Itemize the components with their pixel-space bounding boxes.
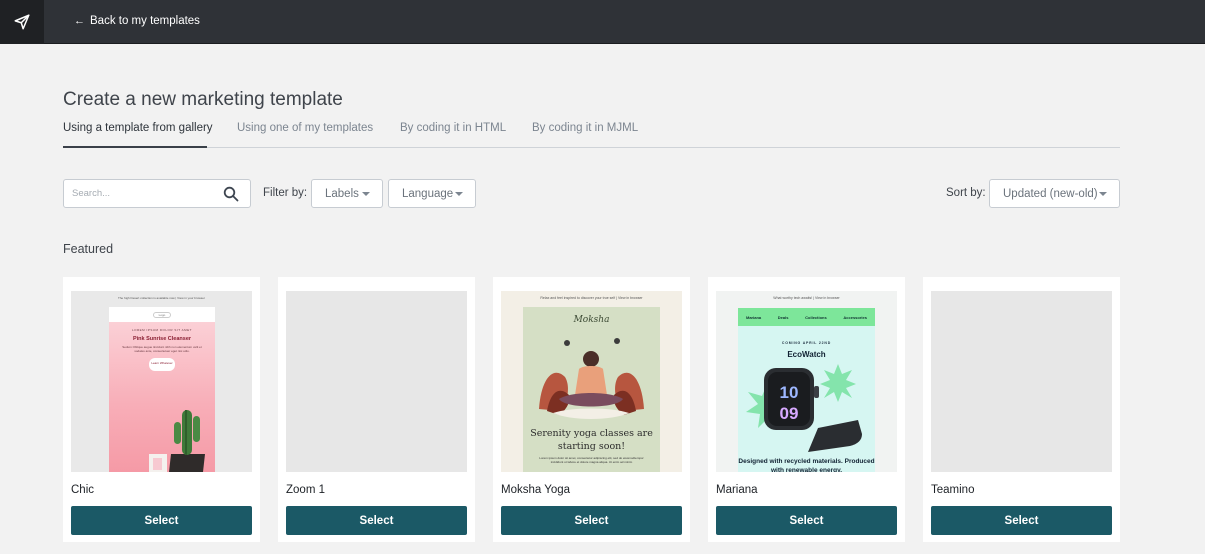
preview-button: Learn Whatever [149, 358, 175, 371]
template-name: Mariana [716, 484, 758, 496]
language-dropdown-label: Language [402, 187, 454, 200]
preview-tag: LOREM IPSUM DOLOR SIT AMET [132, 328, 192, 332]
select-template-button[interactable]: Select [286, 506, 467, 535]
template-thumbnail[interactable]: Relax and feel inspired to discover your… [501, 291, 682, 472]
page-title: Create a new marketing template [63, 89, 343, 110]
template-name: Zoom 1 [286, 484, 325, 496]
creation-method-tabs: Using a template from gallery Using one … [63, 122, 1120, 148]
back-link-label: Back to my templates [90, 15, 200, 27]
tab-code-html[interactable]: By coding it in HTML [400, 122, 506, 148]
template-thumbnail[interactable] [286, 291, 467, 472]
select-template-button[interactable]: Select [71, 506, 252, 535]
caret-down-icon [455, 192, 463, 196]
template-thumbnail[interactable]: The high Desert collection is available … [71, 291, 252, 472]
preview-email-body: Logo LOREM IPSUM DOLOR SIT AMET Pink Sun… [109, 307, 215, 472]
preview-email-body: COMING APRIL 22ND EcoWatch 10 09 Designe… [738, 326, 875, 472]
labels-dropdown-label: Labels [325, 187, 359, 200]
sort-by-label: Sort by: [946, 187, 986, 199]
select-template-button[interactable]: Select [716, 506, 897, 535]
sort-dropdown[interactable]: Updated (new-old) [989, 179, 1120, 208]
preview-coming: COMING APRIL 22ND [781, 341, 832, 345]
preview-body: Lorem ipsum dolor sit amet, consectetur … [539, 456, 644, 464]
preview-headline: Serenity yoga classes are starting soon! [530, 428, 653, 452]
template-card-chic: The high Desert collection is available … [63, 277, 260, 542]
top-bar: ← Back to my templates [0, 0, 1205, 44]
preview-body: Sedum Oblique augue tincidunt nibh non e… [122, 345, 202, 353]
preview-email-body: Moksha Serenity yoga classes are startin… [523, 307, 660, 472]
template-name: Chic [71, 484, 95, 496]
search-input[interactable] [64, 180, 214, 207]
preview-preheader: The high Desert collection is available … [118, 296, 205, 300]
preview-nav-item: Collections [805, 314, 827, 320]
featured-heading: Featured [63, 242, 114, 256]
template-card-teamino: Teamino Select [923, 277, 1120, 542]
back-to-templates-link[interactable]: ← Back to my templates [74, 15, 200, 27]
sort-dropdown-value: Updated (new-old) [1003, 187, 1098, 200]
preview-preheader: What worthy tech awaits! | View in brows… [773, 296, 840, 300]
template-card-zoom-1: Zoom 1 Select [278, 277, 475, 542]
tab-my-templates[interactable]: Using one of my templates [237, 122, 373, 148]
preview-title: Pink Sunrise Cleanser [132, 336, 192, 342]
arrow-left-icon: ← [74, 15, 85, 27]
select-template-button[interactable]: Select [501, 506, 682, 535]
paper-plane-icon [14, 14, 30, 30]
preview-logo: Moksha [573, 315, 610, 325]
search-icon[interactable] [223, 186, 239, 202]
preview-tagline: Designed with recycled materials. Produc… [738, 458, 875, 472]
search-box [63, 179, 251, 208]
preview-nav-item: Deals [777, 314, 789, 320]
preview-brand: EcoWatch [787, 350, 826, 359]
preview-preheader: Relax and feel inspired to discover your… [540, 296, 643, 300]
template-name: Moksha Yoga [501, 484, 571, 496]
tab-code-mjml[interactable]: By coding it in MJML [532, 122, 638, 148]
template-thumbnail[interactable]: What worthy tech awaits! | View in brows… [716, 291, 897, 472]
language-dropdown[interactable]: Language [388, 179, 476, 208]
tab-template-gallery[interactable]: Using a template from gallery [63, 122, 213, 148]
filter-by-label: Filter by: [263, 187, 308, 199]
smartwatch-illustration: 10 09 [746, 364, 862, 452]
app-logo-button[interactable] [0, 0, 44, 44]
preview-nav-item: Mariana [746, 314, 762, 320]
cactus-illustration [149, 410, 205, 472]
select-template-button[interactable]: Select [931, 506, 1112, 535]
caret-down-icon [362, 192, 370, 196]
caret-down-icon [1099, 192, 1107, 196]
preview-logo: Logo [153, 312, 171, 318]
template-thumbnail[interactable] [931, 291, 1112, 472]
preview-nav: Mariana Deals Collections Accessories [738, 308, 875, 326]
watch-time-bottom: 09 [780, 404, 799, 423]
template-card-mariana: What worthy tech awaits! | View in brows… [708, 277, 905, 542]
labels-dropdown[interactable]: Labels [311, 179, 383, 208]
preview-nav-item: Accessories [843, 314, 867, 320]
template-card-moksha-yoga: Relax and feel inspired to discover your… [493, 277, 690, 542]
template-name: Teamino [931, 484, 975, 496]
watch-time-top: 10 [780, 383, 799, 402]
preview-hero: LOREM IPSUM DOLOR SIT AMET Pink Sunrise … [109, 322, 215, 472]
yoga-illustration [539, 338, 644, 419]
